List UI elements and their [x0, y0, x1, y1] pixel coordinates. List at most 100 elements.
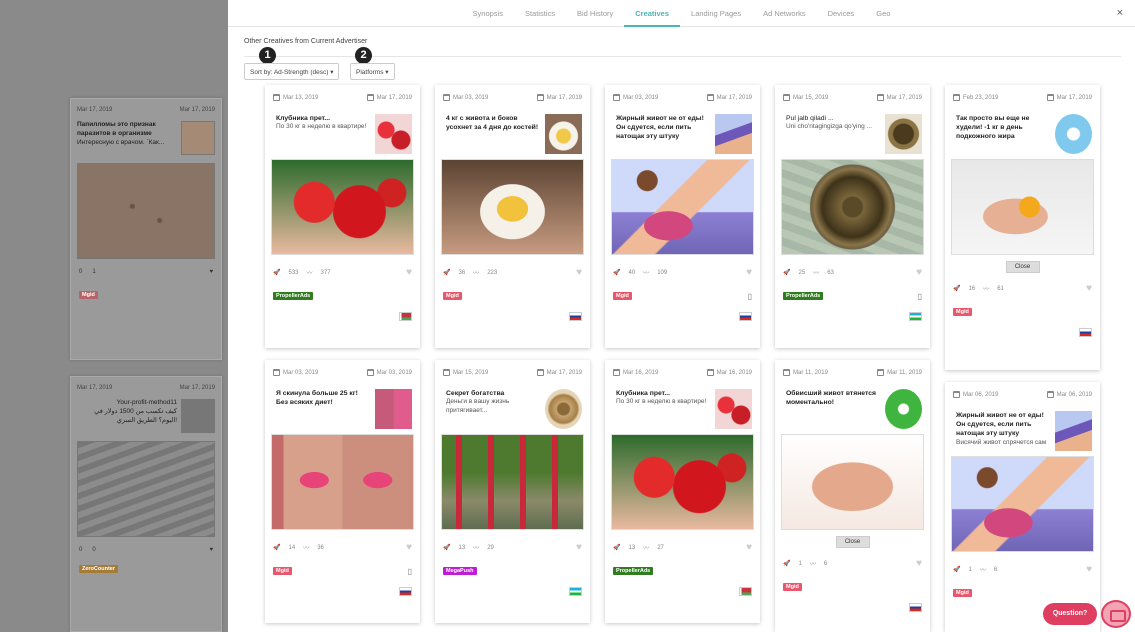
rocket-icon: 🚀: [443, 545, 451, 551]
creative-card[interactable]: Mar 15, 2019 Mar 17, 2019 Секрет богатств…: [435, 360, 590, 623]
rocket-icon: 🚀: [783, 270, 791, 276]
card-title: Pul jalb qiladi ...: [786, 115, 834, 122]
creative-image[interactable]: [271, 434, 414, 530]
network-badge: Mgid: [953, 589, 972, 597]
close-icon[interactable]: ×: [1117, 7, 1123, 19]
annotation-marker-2: 2: [355, 47, 372, 64]
trend-count: 109: [657, 269, 668, 276]
creative-image[interactable]: [441, 434, 584, 530]
close-button[interactable]: Close: [1005, 261, 1040, 273]
calendar-icon: [613, 94, 620, 101]
heart-icon[interactable]: ♥: [576, 542, 582, 553]
tab-statistics[interactable]: Statistics: [514, 0, 566, 27]
card-title: Я скинула больше 25 кг! Без всяких диет!: [276, 390, 358, 407]
calendar-icon: [876, 94, 884, 101]
heart-icon: ♥: [209, 269, 213, 275]
creative-image[interactable]: [271, 159, 414, 255]
flag-uz-icon: [909, 312, 922, 321]
flag-ru-icon: [739, 312, 752, 321]
chat-icon[interactable]: [1101, 600, 1131, 628]
clicks-count: 13: [628, 544, 636, 551]
creative-image[interactable]: [781, 159, 924, 255]
heart-icon[interactable]: ♥: [746, 542, 752, 553]
heart-icon[interactable]: ♥: [1086, 564, 1092, 575]
trend-icon: 〰: [979, 568, 986, 574]
mobile-icon: ▯: [747, 291, 752, 301]
heart-icon[interactable]: ♥: [1086, 283, 1092, 294]
rocket-icon: 🚀: [613, 545, 621, 551]
clicks-count: 1: [798, 560, 802, 567]
card-subtitle: Uni cho'ntagingizga qo'ying ...: [786, 123, 872, 131]
bg-card-subtitle: Интересную с врачом. `Как...: [77, 138, 165, 146]
mobile-icon: ▯: [407, 566, 412, 576]
creative-card[interactable]: Feb 23, 2019 Mar 17, 2019 Так просто вы е…: [945, 85, 1100, 370]
tab-geo[interactable]: Geo: [865, 0, 901, 27]
date-to: Mar 17, 2019: [376, 94, 412, 101]
creative-image[interactable]: [611, 434, 754, 530]
heart-icon[interactable]: ♥: [576, 267, 582, 278]
date-from: Mar 15, 2019: [793, 94, 829, 101]
creative-image[interactable]: [951, 456, 1094, 552]
bg-card-thumbnail: [181, 121, 215, 155]
creative-card[interactable]: Mar 16, 2019 Mar 16, 2019 Клубника прет..…: [605, 360, 760, 623]
creative-card[interactable]: Mar 03, 2019 Mar 03, 2019 Я скинула больш…: [265, 360, 420, 623]
creative-card[interactable]: Mar 11, 2019 Mar 11, 2019 Обвисший живот …: [775, 360, 930, 632]
tab-devices[interactable]: Devices: [817, 0, 866, 27]
creative-image[interactable]: [611, 159, 754, 255]
flag-ru-icon: [909, 603, 922, 612]
heart-icon[interactable]: ♥: [406, 542, 412, 553]
calendar-icon: [536, 369, 544, 376]
date-from: Mar 15, 2019: [453, 369, 489, 376]
date-from: Mar 03, 2019: [283, 369, 319, 376]
date-to: Mar 17, 2019: [546, 94, 582, 101]
bg-date-to: Mar 17, 2019: [179, 385, 215, 391]
calendar-icon: [536, 94, 544, 101]
clicks-count: 36: [458, 269, 466, 276]
tab-ad-networks[interactable]: Ad Networks: [752, 0, 817, 27]
calendar-icon: [443, 94, 450, 101]
platforms-dropdown[interactable]: Platforms ▾: [350, 63, 395, 80]
clicks-count: 25: [798, 269, 806, 276]
creative-card[interactable]: Mar 15, 2019 Mar 17, 2019 Pul jalb qiladi…: [775, 85, 930, 348]
network-badge: Mgid: [273, 567, 292, 575]
heart-icon[interactable]: ♥: [746, 267, 752, 278]
creative-card[interactable]: Mar 06, 2019 Mar 06, 2019 Жирный живот не…: [945, 382, 1100, 632]
date-from: Mar 13, 2019: [283, 94, 319, 101]
date-from: Mar 11, 2019: [793, 369, 828, 376]
clicks-count: 40: [628, 269, 636, 276]
tab-bid-history[interactable]: Bid History: [566, 0, 624, 27]
trend-icon: 〰: [643, 546, 650, 552]
tab-synopsis[interactable]: Synopsis: [462, 0, 514, 27]
heart-icon[interactable]: ♥: [916, 558, 922, 569]
question-button[interactable]: Question?: [1043, 603, 1097, 625]
card-subtitle: Деньги в вашу жизнь притягивает...: [446, 398, 510, 414]
network-badge: Mgid: [443, 292, 462, 300]
heart-icon[interactable]: ♥: [406, 267, 412, 278]
card-title: Клубника прет...: [616, 390, 671, 397]
bg-clicks: 0: [79, 547, 83, 553]
creative-card[interactable]: Mar 03, 2019 Mar 17, 2019 4 кг с живота и…: [435, 85, 590, 348]
heart-icon[interactable]: ♥: [916, 267, 922, 278]
creative-card[interactable]: Mar 13, 2019 Mar 17, 2019 Клубника прет..…: [265, 85, 420, 348]
card-thumbnail: [375, 114, 412, 154]
creative-image[interactable]: [441, 159, 584, 255]
flag-ru-icon: [569, 312, 582, 321]
bg-trend: 1: [92, 269, 96, 275]
creative-image[interactable]: [781, 434, 924, 530]
card-thumbnail: [715, 114, 752, 154]
creative-card[interactable]: Mar 03, 2019 Mar 17, 2019 Жирный живот не…: [605, 85, 760, 348]
trend-count: 27: [657, 544, 664, 551]
refresh-icon: [1055, 114, 1092, 154]
bg-card-title: Your-profit-method11: [116, 399, 177, 406]
calendar-icon: [366, 94, 374, 101]
tab-creatives[interactable]: Creatives: [624, 0, 681, 27]
card-thumbnail: [375, 389, 412, 429]
tab-landing-pages[interactable]: Landing Pages: [680, 0, 752, 27]
clicks-count: 533: [288, 269, 299, 276]
close-button[interactable]: Close: [835, 536, 870, 548]
sort-dropdown[interactable]: Sort by: Ad-Strength (desc) ▾: [244, 63, 340, 80]
bg-network-badge: ZeroCounter: [79, 565, 118, 573]
calendar-icon: [783, 369, 790, 376]
creative-image[interactable]: [951, 159, 1094, 255]
trend-icon: 〰: [473, 271, 480, 277]
